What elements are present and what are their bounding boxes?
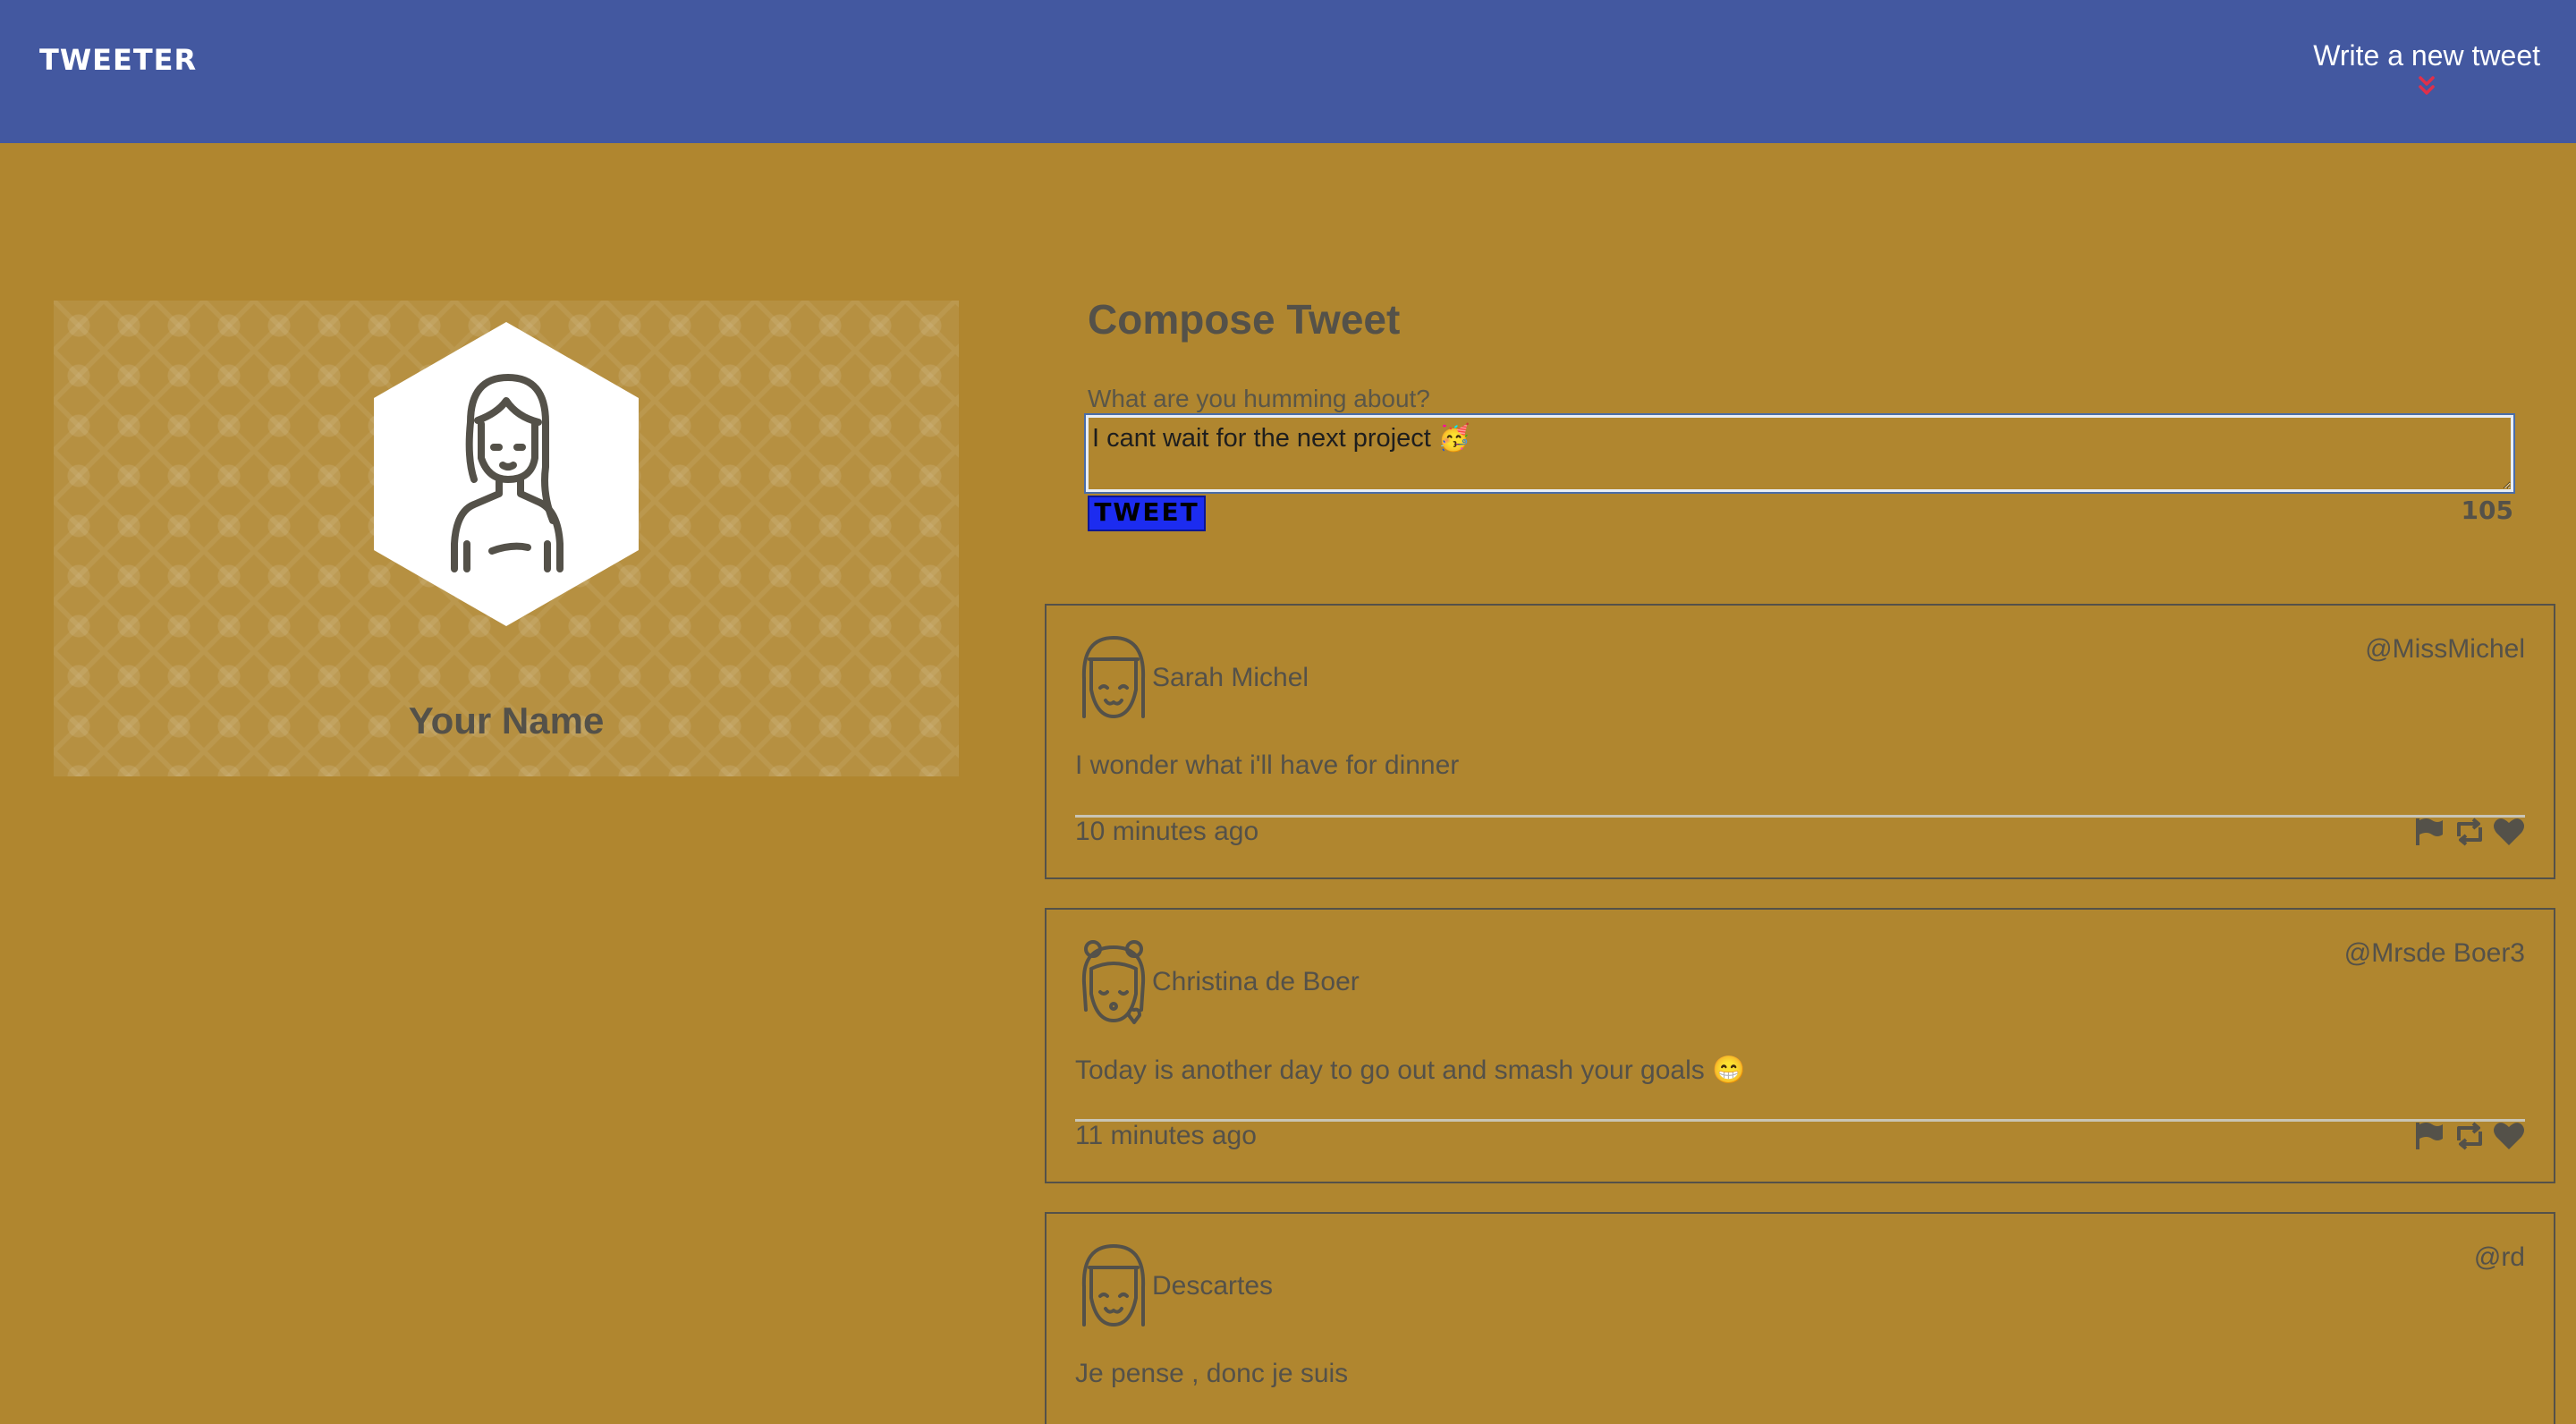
tweet-content: I wonder what i'll have for dinner [1075, 750, 1460, 780]
tweet-timestamp: 10 minutes ago [1075, 817, 1259, 846]
brand-logo[interactable]: TWEETER [39, 43, 197, 77]
tweet-divider [1075, 1119, 2525, 1122]
tweet-content: Today is another day to go out and smash… [1075, 1055, 1746, 1085]
tweet-card: Sarah Michel @MissMichel I wonder what i… [1045, 604, 2555, 879]
tweet-author-handle: @rd [2473, 1242, 2525, 1272]
char-counter: 105 [2461, 496, 2513, 525]
write-new-tweet-toggle[interactable]: Write a new tweet [2313, 39, 2540, 99]
user-avatar-icon [1081, 1244, 1146, 1327]
tweet-author-name: Descartes [1152, 1271, 1274, 1301]
retweet-icon[interactable] [2453, 817, 2486, 847]
flag-icon[interactable] [2414, 1121, 2446, 1151]
tweet-author-handle: @Mrsde Boer3 [2343, 938, 2525, 968]
top-nav: TWEETER Write a new tweet [0, 0, 2576, 143]
tweet-timestamp: 11 minutes ago [1075, 1121, 1257, 1150]
compose-label: What are you humming about? [1088, 385, 1430, 412]
write-new-tweet-label[interactable]: Write a new tweet [2313, 39, 2540, 72]
tweet-content: Je pense , donc je suis [1075, 1359, 1349, 1388]
user-avatar-icon [451, 374, 564, 572]
tweet-actions [2414, 1121, 2525, 1151]
user-avatar-icon [1081, 636, 1146, 718]
double-chevron-down-icon[interactable] [2416, 74, 2437, 99]
tweet-submit-button[interactable]: TWEET [1088, 496, 1206, 531]
tweet-author-handle: @MissMichel [2365, 634, 2525, 664]
user-avatar-icon [1081, 940, 1146, 1024]
profile-card: Your Name [54, 301, 959, 776]
compose-textarea[interactable]: I cant wait for the next project 🥳 [1084, 413, 2515, 494]
flag-icon[interactable] [2414, 817, 2446, 847]
retweet-icon[interactable] [2453, 1121, 2486, 1151]
tweet-card: Christina de Boer @Mrsde Boer3 Today is … [1045, 908, 2555, 1183]
compose-title: Compose Tweet [1088, 296, 1401, 343]
tweet-actions [2414, 817, 2525, 847]
heart-icon[interactable] [2493, 817, 2525, 847]
profile-avatar [374, 322, 639, 626]
profile-name: Your Name [408, 699, 605, 742]
heart-icon[interactable] [2493, 1121, 2525, 1151]
tweet-card: Descartes @rd Je pense , donc je suis [1045, 1212, 2555, 1424]
tweet-divider [1075, 815, 2525, 818]
tweet-author-name: Sarah Michel [1152, 663, 1309, 692]
tweet-author-name: Christina de Boer [1152, 967, 1360, 996]
